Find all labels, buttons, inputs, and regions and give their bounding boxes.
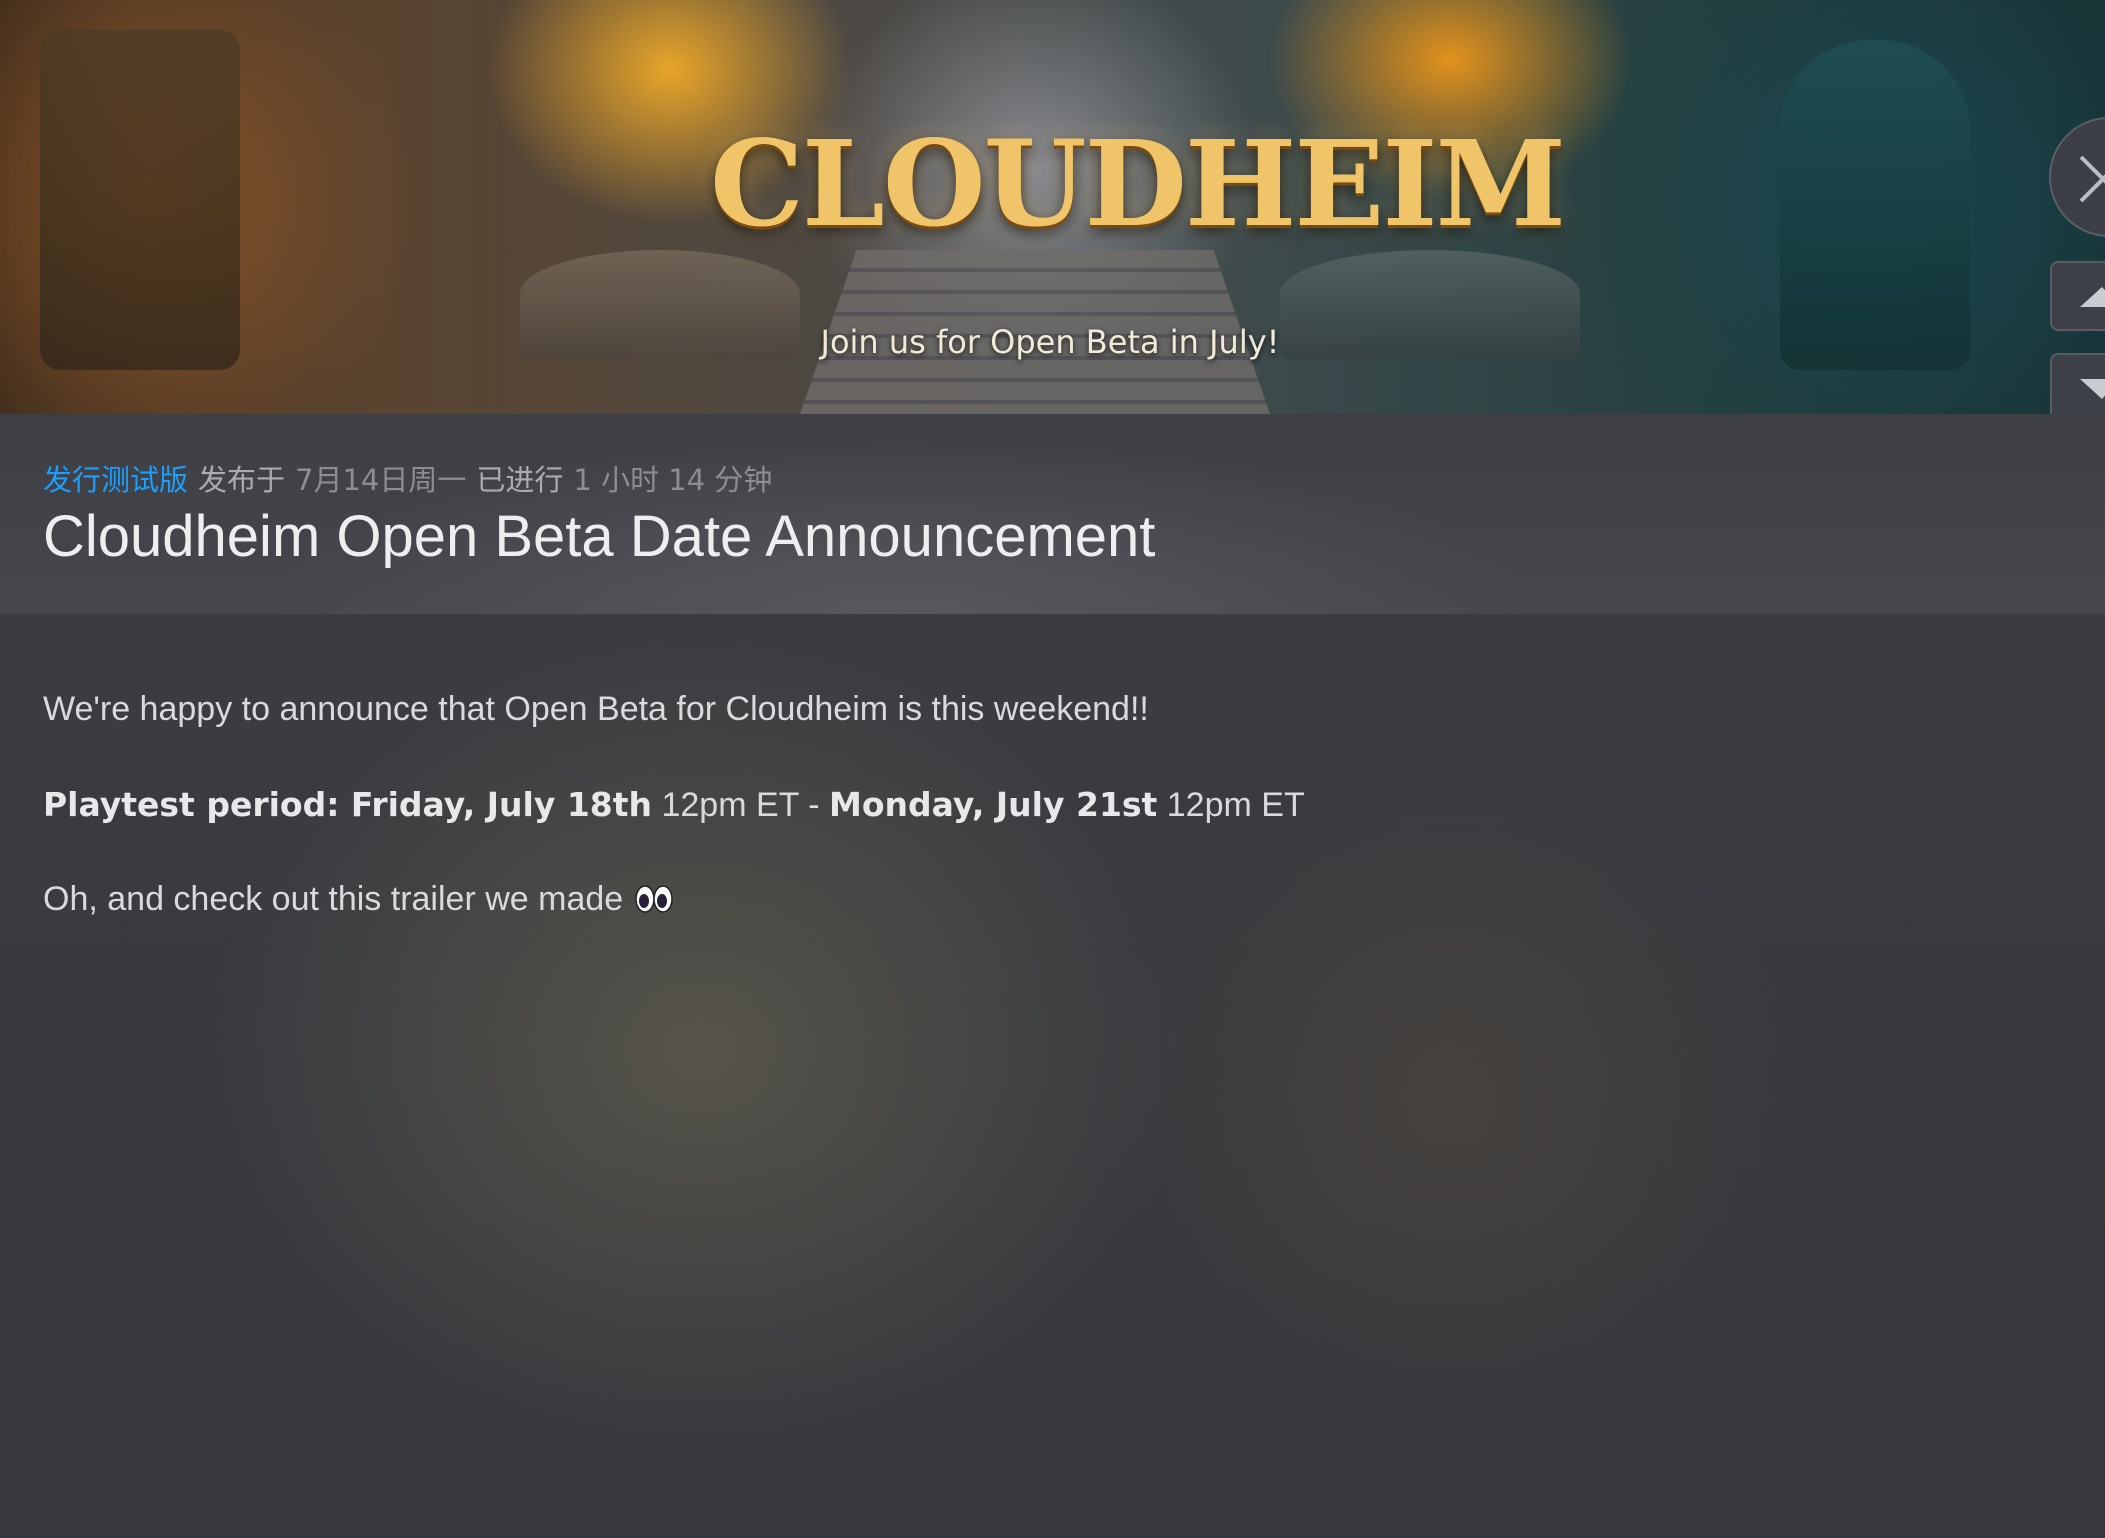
- playtest-end: Monday, July 21st: [829, 785, 1158, 824]
- banner-decoration: [1780, 40, 1970, 370]
- ongoing-duration: 1 小时 14 分钟: [573, 463, 773, 497]
- game-logo: CLOUDHEIM: [710, 114, 1566, 253]
- banner-decoration: [40, 30, 240, 370]
- ongoing-label: 已进行: [476, 463, 564, 497]
- playtest-period: Playtest period: Friday, July 18th 12pm …: [43, 785, 1305, 825]
- event-banner-image: CLOUDHEIM Join us for Open Beta in July!: [0, 0, 2105, 414]
- chevron-up-icon: [2080, 287, 2105, 307]
- body-paragraph: Oh, and check out this trailer we made: [43, 880, 673, 919]
- playtest-start-time: 12pm ET -: [652, 786, 830, 824]
- event-title: Cloudheim Open Beta Date Announcement: [43, 504, 1156, 569]
- eyes-emoji-icon: [635, 884, 673, 914]
- event-detail-page: CLOUDHEIM Join us for Open Beta in July!…: [0, 0, 2105, 1538]
- close-icon: [2079, 155, 2105, 203]
- playtest-end-time: 12pm ET: [1157, 786, 1305, 824]
- banner-tagline: Join us for Open Beta in July!: [820, 323, 1280, 361]
- posted-date: 7月14日周一: [295, 463, 467, 497]
- event-meta: 发行测试版 发布于 7月14日周一 已进行 1 小时 14 分钟: [43, 457, 772, 499]
- body-paragraph: We're happy to announce that Open Beta f…: [43, 690, 1149, 728]
- playtest-start: Playtest period: Friday, July 18th: [43, 785, 653, 824]
- previous-event-button[interactable]: [2050, 261, 2105, 331]
- trailer-text: Oh, and check out this trailer we made: [43, 880, 624, 918]
- chevron-down-icon: [2080, 379, 2105, 399]
- event-type-tag[interactable]: 发行测试版: [43, 463, 188, 497]
- posted-label: 发布于: [198, 463, 286, 497]
- next-event-button[interactable]: [2050, 353, 2105, 423]
